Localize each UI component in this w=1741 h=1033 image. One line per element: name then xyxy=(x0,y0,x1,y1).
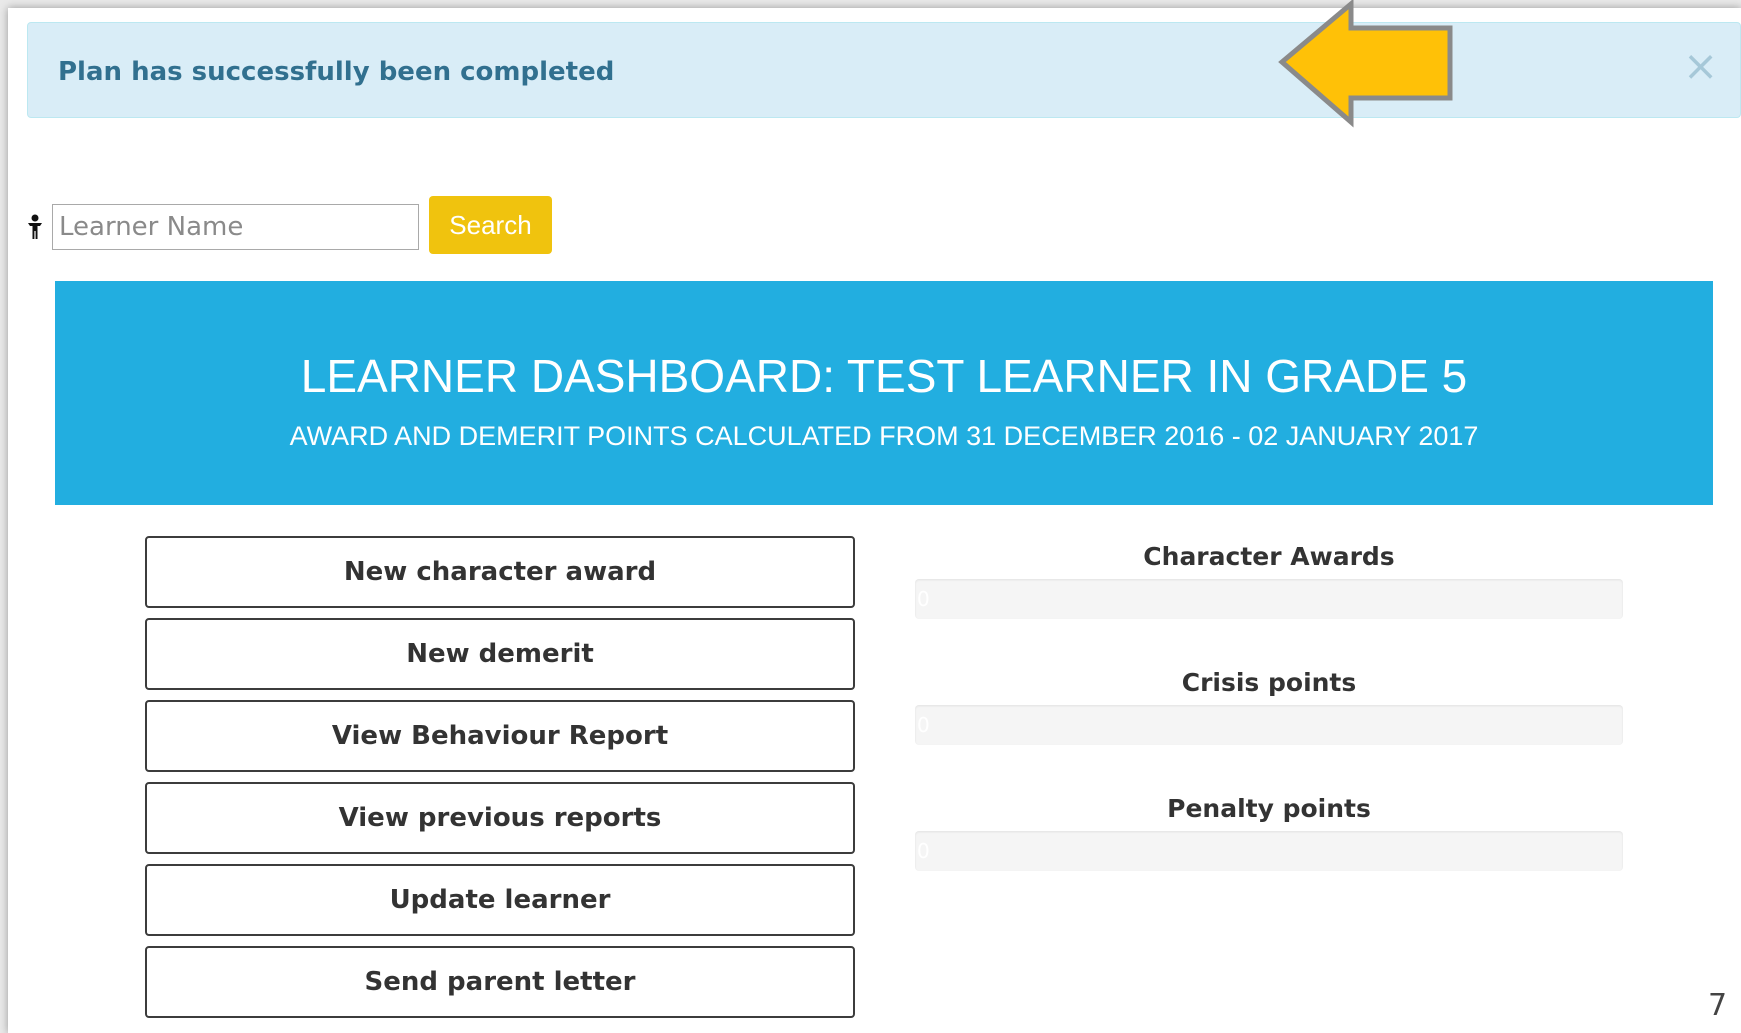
progress-bar: 0 xyxy=(915,705,1623,745)
dashboard-title: LEARNER DASHBOARD: TEST LEARNER IN GRADE… xyxy=(300,350,1468,402)
view-previous-reports-button[interactable]: View previous reports xyxy=(145,782,855,854)
points-meters: Character Awards 0 Crisis points 0 Penal… xyxy=(915,535,1623,913)
new-demerit-button[interactable]: New demerit xyxy=(145,618,855,690)
meter-label: Character Awards xyxy=(1143,542,1395,571)
update-learner-button[interactable]: Update learner xyxy=(145,864,855,936)
view-behaviour-report-button[interactable]: View Behaviour Report xyxy=(145,700,855,772)
crisis-points-meter: Crisis points 0 xyxy=(915,661,1623,787)
progress-bar: 0 xyxy=(915,579,1623,619)
progress-value: 0 xyxy=(917,839,930,863)
send-parent-letter-button[interactable]: Send parent letter xyxy=(145,946,855,1018)
progress-value: 0 xyxy=(917,713,930,737)
alert-message: Plan has successfully been completed xyxy=(58,57,615,87)
penalty-points-meter: Penalty points 0 xyxy=(915,787,1623,913)
action-buttons: New character award New demerit View Beh… xyxy=(145,536,855,1028)
character-awards-meter: Character Awards 0 xyxy=(915,535,1623,661)
progress-value: 0 xyxy=(917,587,930,611)
dashboard-subtitle: AWARD AND DEMERIT POINTS CALCULATED FROM… xyxy=(289,421,1479,451)
learner-name-input[interactable] xyxy=(52,204,419,250)
close-icon[interactable]: × xyxy=(1683,45,1718,87)
meter-label: Crisis points xyxy=(1181,668,1357,697)
slide-number: 7 xyxy=(1708,988,1728,1023)
meter-label: Penalty points xyxy=(1167,794,1371,823)
arrow-left-icon xyxy=(1278,0,1453,128)
success-alert: Plan has successfully been completed × xyxy=(27,22,1741,118)
search-button[interactable]: Search xyxy=(429,196,552,254)
dashboard-banner: LEARNER DASHBOARD: TEST LEARNER IN GRADE… xyxy=(55,281,1713,505)
new-character-award-button[interactable]: New character award xyxy=(145,536,855,608)
progress-bar: 0 xyxy=(915,831,1623,871)
user-icon xyxy=(28,214,42,239)
